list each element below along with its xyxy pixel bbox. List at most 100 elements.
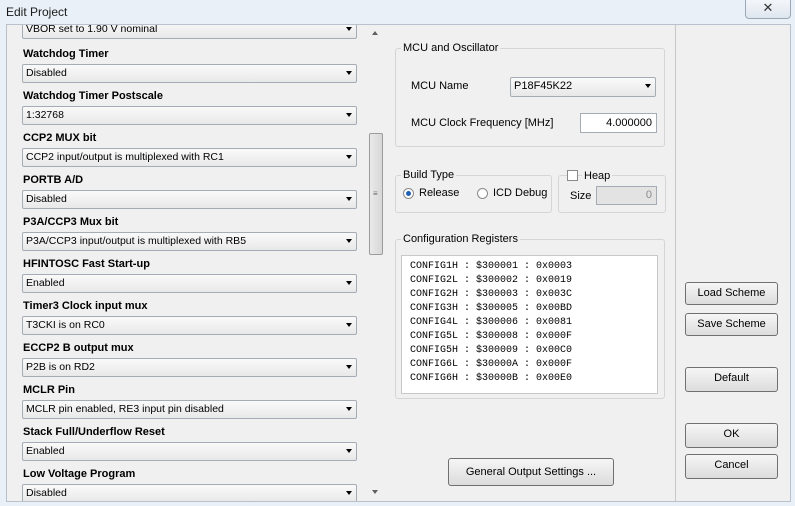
- heap-group: Heap Size 0: [558, 170, 666, 213]
- option-vbor: VBOR set to 1.90 V nominal: [22, 25, 358, 42]
- heap-checkbox[interactable]: [567, 170, 578, 181]
- mcu-name-select[interactable]: P18F45K22: [510, 77, 656, 97]
- icd-debug-radio[interactable]: [477, 188, 488, 199]
- option-p3a-ccp3-mux: P3A/CCP3 Mux bit P3A/CCP3 input/output i…: [22, 210, 358, 252]
- chevron-down-icon: [346, 449, 352, 453]
- group-title: MCU and Oscillator: [401, 42, 501, 54]
- mcu-name-label: MCU Name: [411, 80, 469, 92]
- config-registers-group: Configuration Registers CONFIG1H : $3000…: [395, 233, 665, 399]
- mcu-oscillator-group: MCU and Oscillator MCU Name P18F45K22 MC…: [395, 42, 665, 147]
- chevron-down-icon: [346, 197, 352, 201]
- config-register-line: CONFIG6H : $30000B : 0x00E0: [410, 373, 573, 384]
- option-value: T3CKI is on RC0: [26, 319, 105, 331]
- config-options-list: VBOR set to 1.90 V nominal Watchdog Time…: [22, 25, 358, 501]
- option-label: Timer3 Clock input mux: [23, 300, 148, 312]
- option-value: CCP2 input/output is multiplexed with RC…: [26, 151, 224, 163]
- options-scrollbar[interactable]: ≡: [368, 25, 383, 500]
- heap-size-label: Size: [570, 190, 592, 202]
- chevron-down-icon: [346, 365, 352, 369]
- option-label: Watchdog Timer: [23, 48, 109, 60]
- window-title: Edit Project: [6, 5, 68, 19]
- option-combo[interactable]: MCLR pin enabled, RE3 input pin disabled: [22, 400, 357, 419]
- option-combo[interactable]: Disabled: [22, 190, 357, 209]
- dialog-client-area: VBOR set to 1.90 V nominal Watchdog Time…: [6, 24, 791, 502]
- title-bar: Edit Project ✕: [0, 0, 795, 24]
- chevron-down-icon: [645, 84, 651, 88]
- config-register-line: CONFIG2L : $300002 : 0x0019: [410, 275, 573, 286]
- option-combo[interactable]: P3A/CCP3 input/output is multiplexed wit…: [22, 232, 357, 251]
- option-timer3-clock: Timer3 Clock input mux T3CKI is on RC0: [22, 294, 358, 336]
- close-button[interactable]: ✕: [745, 0, 791, 19]
- chevron-down-icon: [346, 71, 352, 75]
- config-register-line: CONFIG6L : $30000A : 0x000F: [410, 359, 573, 370]
- option-value: Enabled: [26, 277, 65, 289]
- config-register-line: CONFIG3H : $300005 : 0x00BD: [410, 303, 573, 314]
- mcu-clock-label: MCU Clock Frequency [MHz]: [411, 117, 554, 129]
- group-title: Build Type: [401, 169, 457, 181]
- option-combo[interactable]: VBOR set to 1.90 V nominal: [22, 25, 357, 39]
- option-eccp2-b: ECCP2 B output mux P2B is on RD2: [22, 336, 358, 378]
- config-register-line: CONFIG2H : $300003 : 0x003C: [410, 289, 573, 300]
- option-value: MCLR pin enabled, RE3 input pin disabled: [26, 403, 224, 415]
- option-portb-ad: PORTB A/D Disabled: [22, 168, 358, 210]
- heap-size-input[interactable]: 0: [596, 186, 657, 205]
- option-low-voltage: Low Voltage Program Disabled: [22, 462, 358, 501]
- option-value: P3A/CCP3 input/output is multiplexed wit…: [26, 235, 247, 247]
- chevron-down-icon: [346, 323, 352, 327]
- close-icon: ✕: [762, 0, 774, 15]
- chevron-down-icon: [346, 155, 352, 159]
- right-column-divider: [675, 25, 676, 501]
- cancel-button[interactable]: Cancel: [685, 454, 778, 479]
- icd-debug-label: ICD Debug: [493, 187, 548, 199]
- chevron-down-icon: [346, 407, 352, 411]
- option-combo[interactable]: Enabled: [22, 274, 357, 293]
- option-combo[interactable]: CCP2 input/output is multiplexed with RC…: [22, 148, 357, 167]
- chevron-down-icon: [346, 281, 352, 285]
- option-combo[interactable]: 1:32768: [22, 106, 357, 125]
- option-label: P3A/CCP3 Mux bit: [23, 216, 119, 228]
- option-value: P2B is on RD2: [26, 361, 95, 373]
- config-register-line: CONFIG4L : $300006 : 0x0081: [410, 317, 573, 328]
- option-mclr-pin: MCLR Pin MCLR pin enabled, RE3 input pin…: [22, 378, 358, 420]
- default-button[interactable]: Default: [685, 367, 778, 392]
- option-combo[interactable]: T3CKI is on RC0: [22, 316, 357, 335]
- mcu-name-value: P18F45K22: [514, 80, 573, 92]
- release-radio[interactable]: [403, 188, 414, 199]
- option-combo[interactable]: Enabled: [22, 442, 357, 461]
- option-label: PORTB A/D: [23, 174, 84, 186]
- config-register-line: CONFIG1H : $300001 : 0x0003: [410, 261, 573, 272]
- config-registers-list[interactable]: CONFIG1H : $300001 : 0x0003 CONFIG2L : $…: [401, 255, 658, 394]
- option-label: Low Voltage Program: [23, 468, 136, 480]
- option-value: VBOR set to 1.90 V nominal: [26, 25, 158, 35]
- option-watchdog-timer: Watchdog Timer Disabled: [22, 42, 358, 84]
- save-scheme-button[interactable]: Save Scheme: [685, 313, 778, 336]
- grip-icon: ≡: [373, 189, 378, 198]
- config-register-line: CONFIG5L : $300008 : 0x000F: [410, 331, 573, 342]
- option-value: Disabled: [26, 487, 67, 499]
- mcu-clock-input[interactable]: 4.000000: [580, 113, 657, 133]
- scroll-down-arrow-icon[interactable]: [368, 484, 383, 500]
- group-title: Configuration Registers: [401, 233, 520, 245]
- option-label: Watchdog Timer Postscale: [23, 90, 163, 102]
- option-combo[interactable]: Disabled: [22, 64, 357, 83]
- option-ccp2-mux: CCP2 MUX bit CCP2 input/output is multip…: [22, 126, 358, 168]
- chevron-down-icon: [346, 491, 352, 495]
- option-watchdog-postscale: Watchdog Timer Postscale 1:32768: [22, 84, 358, 126]
- option-hfintosc: HFINTOSC Fast Start-up Enabled: [22, 252, 358, 294]
- option-value: Disabled: [26, 193, 67, 205]
- option-label: ECCP2 B output mux: [23, 342, 134, 354]
- config-options-panel: VBOR set to 1.90 V nominal Watchdog Time…: [7, 25, 385, 501]
- general-output-settings-button[interactable]: General Output Settings ...: [448, 458, 614, 486]
- scroll-up-arrow-icon[interactable]: [368, 25, 383, 41]
- option-label: Stack Full/Underflow Reset: [23, 426, 165, 438]
- scroll-thumb[interactable]: ≡: [369, 133, 383, 255]
- option-value: Enabled: [26, 445, 65, 457]
- option-combo[interactable]: Disabled: [22, 484, 357, 501]
- load-scheme-button[interactable]: Load Scheme: [685, 282, 778, 305]
- option-value: Disabled: [26, 67, 67, 79]
- chevron-down-icon: [346, 113, 352, 117]
- option-combo[interactable]: P2B is on RD2: [22, 358, 357, 377]
- chevron-down-icon: [346, 239, 352, 243]
- ok-button[interactable]: OK: [685, 423, 778, 448]
- option-label: HFINTOSC Fast Start-up: [23, 258, 150, 270]
